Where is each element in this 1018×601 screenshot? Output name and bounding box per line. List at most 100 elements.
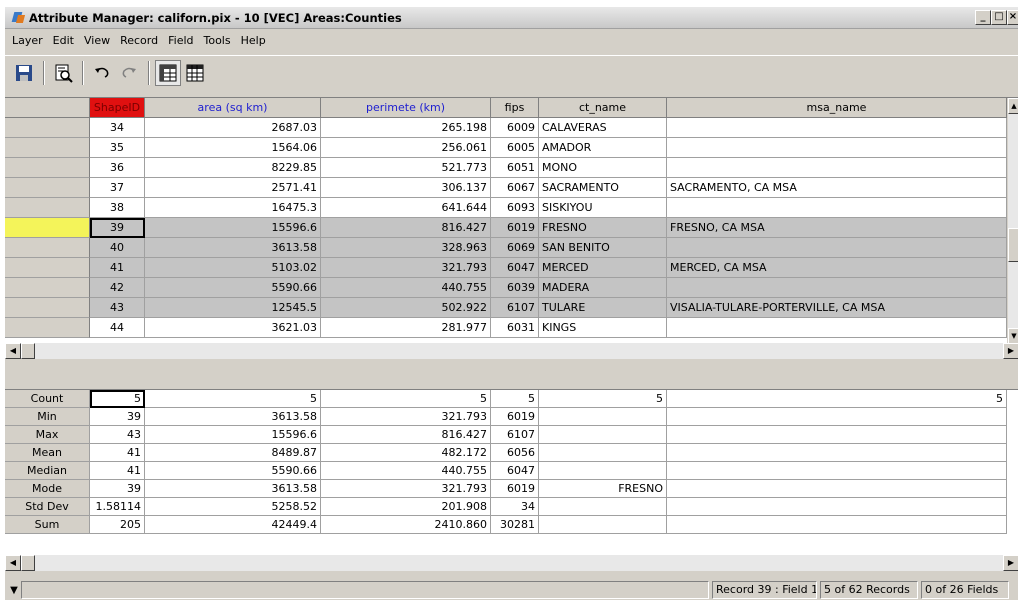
stats-cell[interactable] (539, 426, 667, 444)
corner-cell[interactable] (5, 98, 90, 118)
cell-ct-name[interactable]: KINGS (539, 318, 667, 338)
scroll-left-icon[interactable]: ◀ (5, 343, 21, 359)
row-header[interactable] (5, 198, 90, 218)
stats-cell-focused[interactable]: 5 (90, 390, 145, 408)
close-button[interactable]: × (1007, 10, 1018, 25)
cell-shapeid-focused[interactable]: 39 (90, 218, 145, 238)
column-header-perimeter[interactable]: perimete (km) (321, 98, 491, 118)
stats-cell[interactable]: 1.58114 (90, 498, 145, 516)
table-row-selected[interactable]: 40 3613.58 328.963 6069 SAN BENITO (5, 238, 1007, 258)
row-header[interactable] (5, 138, 90, 158)
scroll-down-icon[interactable]: ▼ (1008, 328, 1018, 343)
stats-cell[interactable]: 321.793 (321, 480, 491, 498)
redo-icon[interactable] (116, 60, 142, 86)
cell-perimeter[interactable]: 641.644 (321, 198, 491, 218)
stats-cell[interactable]: 482.172 (321, 444, 491, 462)
stats-cell[interactable]: 201.908 (321, 498, 491, 516)
stats-cell[interactable]: 6107 (491, 426, 539, 444)
cell-shapeid[interactable]: 37 (90, 178, 145, 198)
row-header[interactable] (5, 178, 90, 198)
cell-area[interactable]: 12545.5 (145, 298, 321, 318)
select-grid-icon[interactable] (155, 60, 181, 86)
stats-horizontal-scrollbar[interactable]: ◀ ▶ (5, 555, 1018, 571)
minimize-button[interactable]: _ (975, 10, 991, 25)
stats-cell[interactable]: 42449.4 (145, 516, 321, 534)
cell-fips[interactable]: 6039 (491, 278, 539, 298)
menu-help[interactable]: Help (236, 34, 271, 47)
stats-cell[interactable]: 30281 (491, 516, 539, 534)
menu-field[interactable]: Field (163, 34, 198, 47)
scroll-right-icon[interactable]: ▶ (1003, 555, 1018, 571)
menu-record[interactable]: Record (115, 34, 163, 47)
cell-shapeid[interactable]: 43 (90, 298, 145, 318)
stats-cell[interactable]: 41 (90, 444, 145, 462)
cell-msa-name[interactable]: FRESNO, CA MSA (667, 218, 1007, 238)
table-row[interactable]: 44 3621.03 281.977 6031 KINGS (5, 318, 1007, 338)
scroll-right-icon[interactable]: ▶ (1003, 343, 1018, 359)
vertical-scrollbar[interactable]: ▲ ▼ (1007, 98, 1018, 343)
cell-ct-name[interactable]: AMADOR (539, 138, 667, 158)
stats-cell[interactable]: 5 (321, 390, 491, 408)
stats-cell[interactable]: 205 (90, 516, 145, 534)
table-row[interactable]: 36 8229.85 521.773 6051 MONO (5, 158, 1007, 178)
cell-msa-name[interactable] (667, 138, 1007, 158)
stats-cell[interactable]: 816.427 (321, 426, 491, 444)
stats-cell[interactable]: 2410.860 (321, 516, 491, 534)
stats-cell[interactable] (667, 426, 1007, 444)
stats-cell[interactable]: 5 (145, 390, 321, 408)
cell-perimeter[interactable]: 265.198 (321, 118, 491, 138)
save-icon[interactable] (11, 60, 37, 86)
column-header-area[interactable]: area (sq km) (145, 98, 321, 118)
stats-cell[interactable] (539, 444, 667, 462)
cell-perimeter[interactable]: 502.922 (321, 298, 491, 318)
stats-cell[interactable]: 41 (90, 462, 145, 480)
stats-cell[interactable]: 5 (539, 390, 667, 408)
stats-cell[interactable] (667, 480, 1007, 498)
stats-cell[interactable]: 5258.52 (145, 498, 321, 516)
stats-cell[interactable]: 39 (90, 408, 145, 426)
cell-perimeter[interactable]: 521.773 (321, 158, 491, 178)
menu-layer[interactable]: Layer (7, 34, 48, 47)
cell-fips[interactable]: 6093 (491, 198, 539, 218)
stats-cell[interactable]: 3613.58 (145, 408, 321, 426)
cell-fips[interactable]: 6047 (491, 258, 539, 278)
menu-tools[interactable]: Tools (199, 34, 236, 47)
cell-area[interactable]: 15596.6 (145, 218, 321, 238)
table-row[interactable]: 35 1564.06 256.061 6005 AMADOR (5, 138, 1007, 158)
cell-ct-name[interactable]: MADERA (539, 278, 667, 298)
cell-fips[interactable]: 6005 (491, 138, 539, 158)
menu-edit[interactable]: Edit (48, 34, 79, 47)
cell-shapeid[interactable]: 35 (90, 138, 145, 158)
row-header[interactable] (5, 298, 90, 318)
cell-shapeid[interactable]: 42 (90, 278, 145, 298)
cell-perimeter[interactable]: 440.755 (321, 278, 491, 298)
stats-cell[interactable]: 3613.58 (145, 480, 321, 498)
stats-cell[interactable]: 5 (491, 390, 539, 408)
scroll-left-icon[interactable]: ◀ (5, 555, 21, 571)
cell-ct-name[interactable]: SAN BENITO (539, 238, 667, 258)
stats-cell[interactable]: FRESNO (539, 480, 667, 498)
cell-shapeid[interactable]: 40 (90, 238, 145, 258)
stats-cell[interactable] (667, 408, 1007, 426)
cell-area[interactable]: 8229.85 (145, 158, 321, 178)
cell-ct-name[interactable]: CALAVERAS (539, 118, 667, 138)
table-row[interactable]: 34 2687.03 265.198 6009 CALAVERAS (5, 118, 1007, 138)
table-row-selected[interactable]: 42 5590.66 440.755 6039 MADERA (5, 278, 1007, 298)
stats-cell[interactable]: 8489.87 (145, 444, 321, 462)
cell-fips[interactable]: 6067 (491, 178, 539, 198)
stats-cell[interactable] (667, 516, 1007, 534)
cell-perimeter[interactable]: 281.977 (321, 318, 491, 338)
row-header[interactable] (5, 258, 90, 278)
stats-cell[interactable]: 5590.66 (145, 462, 321, 480)
stats-cell[interactable]: 6056 (491, 444, 539, 462)
row-header[interactable] (5, 158, 90, 178)
stats-cell[interactable] (667, 444, 1007, 462)
cell-area[interactable]: 2571.41 (145, 178, 321, 198)
stats-cell[interactable]: 43 (90, 426, 145, 444)
cell-msa-name[interactable] (667, 198, 1007, 218)
cell-msa-name[interactable]: VISALIA-TULARE-PORTERVILLE, CA MSA (667, 298, 1007, 318)
stats-cell[interactable] (539, 516, 667, 534)
cell-shapeid[interactable]: 41 (90, 258, 145, 278)
scroll-thumb[interactable] (1008, 228, 1018, 262)
stats-cell[interactable]: 6047 (491, 462, 539, 480)
